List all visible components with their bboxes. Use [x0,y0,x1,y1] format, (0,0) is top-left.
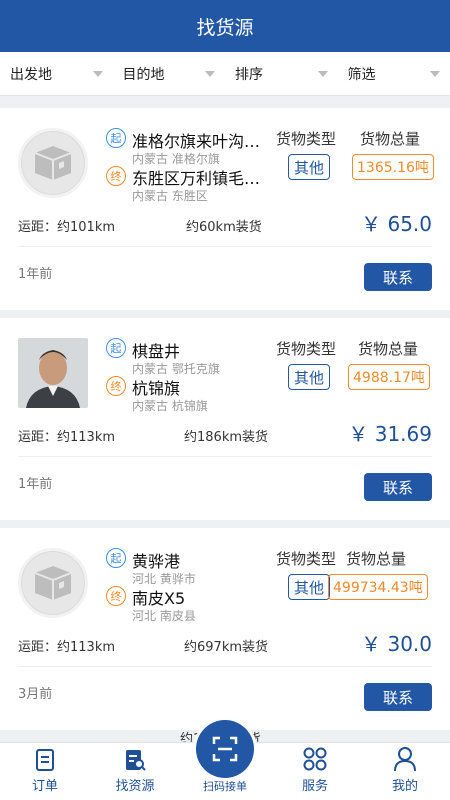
start-place: 棋盘井 [132,342,181,361]
end-tag: 终 [106,586,126,606]
price: ￥ 30.0 [361,632,432,656]
transport-distance: 运距：约113km [18,430,116,445]
filter-screen-label: 筛选 [347,66,376,83]
tab-find-goods[interactable]: 找资源 [90,743,180,800]
user-icon [394,747,416,772]
contact-button[interactable]: 联系 [364,473,432,501]
dropdown-arrow-icon [92,70,103,77]
start-place: 准格尔旗来叶沟… [132,132,261,151]
contact-button[interactable]: 联系 [364,683,432,711]
filter-destination[interactable]: 目的地 [113,52,226,95]
start-tag: 起 [106,338,126,358]
end-region: 河北 南皮县 [132,609,196,623]
cargo-type-title: 货物类型 [276,550,337,568]
start-tag: 起 [106,548,126,568]
package-avatar-icon [18,128,88,198]
end-place: 南皮X5 [132,589,186,608]
cargo-weight-badge: 499734.43吨 [328,574,428,600]
cargo-weight-badge: 4988.17吨 [348,364,430,390]
tab-mine[interactable]: 我的 [360,743,450,800]
divider [18,246,432,247]
filter-origin-label: 出发地 [10,66,52,83]
cargo-type-badge: 其他 [288,574,331,600]
filter-sort[interactable]: 排序 [225,52,338,95]
scan-label[interactable]: 扫码接单 [195,778,255,794]
end-tag: 终 [106,376,126,396]
start-place: 黄骅港 [132,552,181,571]
cargo-card[interactable]: 起 棋盘井 内蒙古 鄂托克旗 终 杭锦旗 内蒙古 杭锦旗 货物类型 其他 货物总… [0,318,450,520]
page-title: 找货源 [196,16,254,39]
tab-orders[interactable]: 订单 [0,743,90,800]
divider [18,456,432,457]
post-time: 3月前 [18,687,53,702]
cargo-card[interactable]: 起 黄骅港 河北 黄骅市 终 南皮X5 河北 南皮县 货物类型 其他 货物总量 … [0,528,450,730]
find-goods-icon [126,750,146,771]
end-place: 东胜区万利镇毛… [132,169,261,188]
driver-avatar [18,338,88,408]
service-icon [303,747,327,771]
filter-bar: 出发地 目的地 排序 筛选 [0,52,450,96]
tab-orders-label: 订单 [31,779,58,794]
app-header: 找货源 [0,0,450,52]
tab-mine-label: 我的 [391,779,418,794]
start-tag: 起 [106,128,126,148]
cargo-weight-title: 货物总量 [358,340,419,358]
filter-destination-label: 目的地 [122,66,165,83]
filter-sort-label: 排序 [235,66,263,83]
cargo-card[interactable]: 起 准格尔旗来叶沟… 内蒙古 准格尔旗 终 东胜区万利镇毛… 内蒙古 东胜区 货… [0,108,450,310]
load-distance: 约186km装货 [184,430,269,445]
tab-find-goods-label: 找资源 [115,779,155,794]
load-distance: 约60km装货 [186,220,262,235]
cargo-type-title: 货物类型 [276,130,337,148]
tab-service[interactable]: 服务 [270,743,360,800]
end-tag: 终 [106,166,126,186]
end-region: 内蒙古 东胜区 [132,189,208,203]
cargo-weight-title: 货物总量 [360,130,421,148]
dropdown-arrow-icon [317,70,328,77]
package-avatar-icon [18,548,88,618]
price: ￥ 65.0 [361,212,432,236]
cargo-type-badge: 其他 [288,364,331,390]
end-region: 内蒙古 杭锦旗 [132,399,208,413]
load-distance: 约697km装货 [184,640,269,655]
scan-button[interactable] [196,720,254,778]
price: ￥ 31.69 [348,422,432,446]
filter-screen[interactable]: 筛选 [338,52,450,95]
contact-button[interactable]: 联系 [364,263,432,291]
cargo-weight-badge: 1365.16吨 [352,154,434,180]
cargo-weight-title: 货物总量 [346,550,407,568]
tab-service-label: 服务 [301,779,328,794]
post-time: 1年前 [18,267,53,282]
cargo-type-badge: 其他 [288,154,331,180]
filter-origin[interactable]: 出发地 [0,52,113,95]
divider [18,666,432,667]
dropdown-arrow-icon [205,70,215,77]
post-time: 1年前 [18,477,53,492]
orders-icon [36,749,54,771]
cargo-type-title: 货物类型 [276,340,337,358]
dropdown-arrow-icon [430,70,440,77]
end-place: 杭锦旗 [132,379,181,398]
scan-icon [212,736,238,762]
transport-distance: 运距：约113km [18,640,116,655]
transport-distance: 运距：约101km [18,220,116,235]
